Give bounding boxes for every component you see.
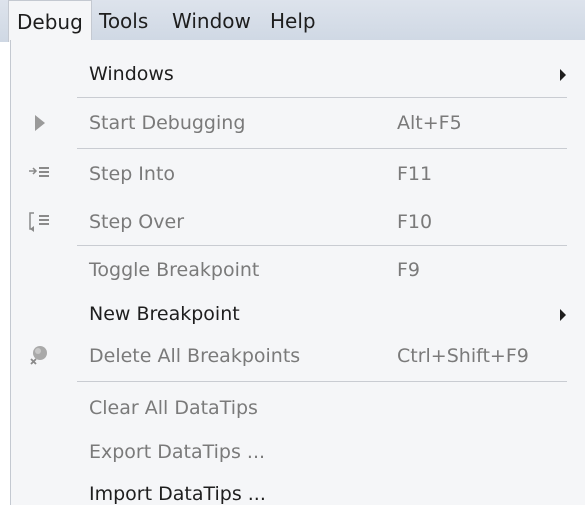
delete-breakpoints-icon bbox=[27, 344, 51, 368]
menu-item-label: Import DataTips ... bbox=[89, 483, 266, 505]
separator bbox=[77, 381, 567, 382]
menu-window[interactable]: Window bbox=[164, 0, 259, 42]
menu-item-new-breakpoint[interactable]: New Breakpoint bbox=[11, 294, 576, 334]
play-icon bbox=[27, 111, 51, 135]
step-over-icon bbox=[27, 210, 51, 234]
separator bbox=[77, 148, 567, 149]
menu-item-label: New Breakpoint bbox=[89, 303, 240, 325]
menu-item-export-datatips[interactable]: Export DataTips ... bbox=[11, 432, 576, 472]
menu-item-import-datatips[interactable]: Import DataTips ... bbox=[11, 474, 576, 505]
menu-item-label: Delete All Breakpoints bbox=[89, 345, 301, 367]
menu-item-step-over[interactable]: Step Over F10 bbox=[11, 202, 576, 242]
submenu-arrow-icon bbox=[560, 69, 566, 81]
menu-item-label: Step Into bbox=[89, 163, 176, 185]
menu-item-toggle-breakpoint[interactable]: Toggle Breakpoint F9 bbox=[11, 250, 576, 290]
menu-item-windows[interactable]: Windows bbox=[11, 54, 576, 94]
menu-item-delete-all-breakpoints[interactable]: Delete All Breakpoints Ctrl+Shift+F9 bbox=[11, 336, 576, 376]
menu-item-shortcut: F10 bbox=[397, 211, 433, 233]
menu-item-shortcut: F11 bbox=[397, 163, 433, 185]
step-into-icon bbox=[27, 162, 51, 186]
menu-item-label: Windows bbox=[89, 63, 174, 85]
background-window-edge bbox=[0, 42, 10, 505]
menu-help[interactable]: Help bbox=[262, 0, 324, 42]
menu-debug[interactable]: Debug bbox=[8, 0, 92, 44]
menu-item-step-into[interactable]: Step Into F11 bbox=[11, 154, 576, 194]
menu-item-label: Clear All DataTips bbox=[89, 397, 258, 419]
menu-item-label: Export DataTips ... bbox=[89, 441, 266, 463]
menu-item-shortcut: Ctrl+Shift+F9 bbox=[397, 345, 529, 367]
menu-tools[interactable]: Tools bbox=[91, 0, 156, 42]
submenu-arrow-icon bbox=[560, 309, 566, 321]
app-window: Debug Tools Window Help Windows Start De… bbox=[0, 0, 585, 505]
menu-item-label: Start Debugging bbox=[89, 112, 246, 134]
menu-item-label: Step Over bbox=[89, 211, 184, 233]
menu-item-shortcut: F9 bbox=[397, 259, 421, 281]
menu-bar: Debug Tools Window Help bbox=[0, 0, 585, 44]
separator bbox=[77, 245, 567, 246]
debug-dropdown-menu: Windows Start Debugging Alt+F5 Step Into… bbox=[10, 40, 585, 505]
menu-item-start-debugging[interactable]: Start Debugging Alt+F5 bbox=[11, 103, 576, 143]
separator bbox=[77, 97, 567, 98]
menu-item-clear-all-datatips[interactable]: Clear All DataTips bbox=[11, 388, 576, 428]
menu-item-label: Toggle Breakpoint bbox=[89, 259, 260, 281]
menu-item-shortcut: Alt+F5 bbox=[397, 112, 462, 134]
